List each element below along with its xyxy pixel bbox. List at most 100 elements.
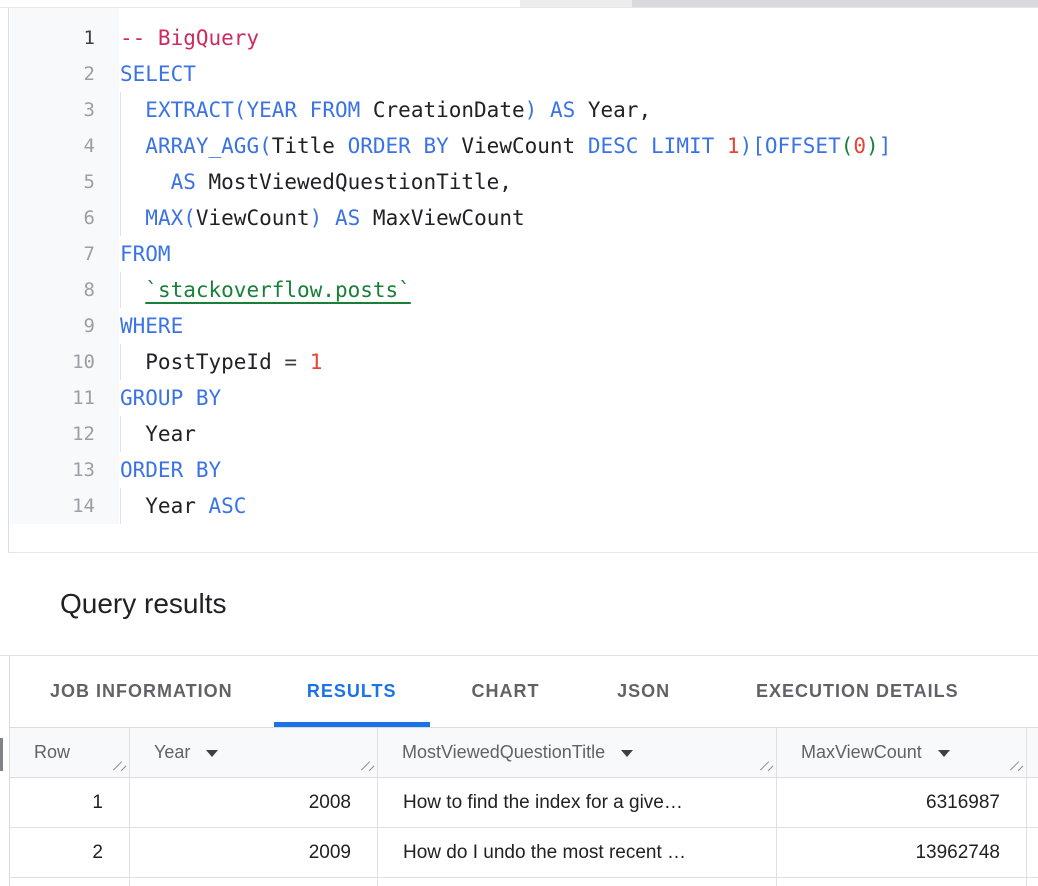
sort-arrow-icon[interactable] [621, 750, 633, 757]
code-text: `stackoverflow.posts` [118, 272, 411, 308]
table-row-partial [10, 878, 1038, 886]
code-text: WHERE [118, 308, 183, 344]
line-number: 2 [9, 56, 118, 92]
vertical-scrollbar-thumb[interactable] [0, 738, 3, 771]
tab-chart[interactable]: CHART [454, 656, 558, 727]
code-text: GROUP BY [118, 380, 221, 416]
code-token: ) [866, 134, 879, 158]
page-title: Query results [60, 588, 227, 620]
line-number: 1 [9, 20, 118, 56]
tab-results[interactable]: RESULTS [274, 656, 430, 727]
column-header-row[interactable]: Row [10, 728, 130, 777]
code-text: SELECT [118, 56, 196, 92]
tab-json[interactable]: JSON [580, 656, 707, 727]
code-token: MaxViewCount [360, 206, 524, 230]
column-header-mostviewedquestiontitle[interactable]: MostViewedQuestionTitle [378, 728, 777, 777]
code-token: CreationDate [360, 98, 524, 122]
code-token: 0 [853, 134, 866, 158]
column-header-year[interactable]: Year [130, 728, 378, 777]
tab-label: RESULTS [307, 681, 397, 702]
table-row: 12008How to find the index for a give…63… [10, 778, 1038, 828]
code-token: MAX( [145, 206, 196, 230]
code-line[interactable]: 8 `stackoverflow.posts` [9, 272, 1038, 308]
column-resize-handle[interactable] [359, 759, 373, 773]
code-token: PostTypeId [120, 350, 284, 374]
table-cell [777, 878, 1027, 886]
table-cell [10, 878, 130, 886]
column-resize-handle[interactable] [111, 759, 125, 773]
results-tab-bar: JOB INFORMATION RESULTS CHART JSON EXECUTION… [9, 656, 1038, 728]
column-resize-handle[interactable] [758, 759, 772, 773]
code-line[interactable]: 13ORDER BY [9, 452, 1038, 488]
sort-arrow-icon[interactable] [206, 750, 218, 757]
header-filler [1027, 728, 1038, 777]
code-token: ] [879, 134, 892, 158]
table-reference-link[interactable]: `stackoverflow.posts` [145, 278, 411, 302]
code-token: Title [272, 134, 348, 158]
tab-label: JOB INFORMATION [50, 681, 233, 702]
code-line[interactable]: 14 Year ASC [9, 488, 1038, 524]
column-header-label: Year [154, 742, 190, 763]
code-token: ORDER BY [348, 134, 449, 158]
code-line[interactable]: 2SELECT [9, 56, 1038, 92]
column-resize-handle[interactable] [1008, 759, 1022, 773]
code-token: ViewCount [449, 134, 588, 158]
column-header-label: Row [34, 742, 70, 763]
line-number: 8 [9, 272, 118, 308]
table-row: 22009How do I undo the most recent …1396… [10, 828, 1038, 878]
top-tab-strip-mid-segment [520, 0, 632, 7]
column-header-maxviewcount[interactable]: MaxViewCount [777, 728, 1027, 777]
table-cell: 2009 [130, 828, 378, 877]
sort-arrow-icon[interactable] [938, 750, 950, 757]
code-token: AS [171, 170, 196, 194]
table-cell: 2 [10, 828, 130, 877]
line-number: 3 [9, 92, 118, 128]
code-text: Year ASC [118, 488, 246, 524]
code-token: FROM [310, 98, 361, 122]
code-line[interactable]: 1-- BigQuery [9, 20, 1038, 56]
code-lines[interactable]: 1-- BigQuery2SELECT3 EXTRACT(YEAR FROM C… [9, 20, 1038, 524]
tab-execution-details[interactable]: EXECUTION DETAILS [721, 656, 1038, 727]
line-number: 5 [9, 164, 118, 200]
table-cell: 2008 [130, 778, 378, 827]
tab-job-information[interactable]: JOB INFORMATION [37, 656, 246, 727]
code-token: AS [550, 98, 575, 122]
line-number: 11 [9, 380, 118, 416]
tab-label: JSON [617, 681, 670, 702]
row-filler [1027, 828, 1038, 877]
code-line[interactable]: 10 PostTypeId = 1 [9, 344, 1038, 380]
line-number: 6 [9, 200, 118, 236]
code-token: )[OFFSET [740, 134, 841, 158]
code-token [120, 278, 145, 302]
top-tab-strip-active-segment [0, 0, 520, 7]
code-token: FROM [120, 242, 171, 266]
table-cell: 1 [10, 778, 130, 827]
line-number: 13 [9, 452, 118, 488]
code-token: 1 [727, 134, 740, 158]
table-cell: 6316987 [777, 778, 1027, 827]
code-token [714, 134, 727, 158]
code-line[interactable]: 6 MAX(ViewCount) AS MaxViewCount [9, 200, 1038, 236]
code-token: 1 [310, 350, 323, 374]
code-line[interactable]: 3 EXTRACT(YEAR FROM CreationDate) AS Yea… [9, 92, 1038, 128]
code-line[interactable]: 7FROM [9, 236, 1038, 272]
table-cell: How do I undo the most recent … [378, 828, 777, 877]
code-text: -- BigQuery [118, 20, 259, 56]
top-tab-strip-remainder [632, 0, 1038, 7]
code-token: AS [335, 206, 360, 230]
code-line[interactable]: 12 Year [9, 416, 1038, 452]
code-text: PostTypeId = 1 [118, 344, 322, 380]
code-line[interactable]: 4 ARRAY_AGG(Title ORDER BY ViewCount DES… [9, 128, 1038, 164]
line-number: 10 [9, 344, 118, 380]
sql-editor[interactable]: 1-- BigQuery2SELECT3 EXTRACT(YEAR FROM C… [8, 8, 1038, 553]
code-text: MAX(ViewCount) AS MaxViewCount [118, 200, 525, 236]
results-table-body: 12008How to find the index for a give…63… [10, 778, 1038, 886]
code-text: ARRAY_AGG(Title ORDER BY ViewCount DESC … [118, 128, 891, 164]
code-line[interactable]: 5 AS MostViewedQuestionTitle, [9, 164, 1038, 200]
tab-label: CHART [471, 681, 539, 702]
code-text: AS MostViewedQuestionTitle, [118, 164, 512, 200]
code-token: GROUP BY [120, 386, 221, 410]
code-token: = [284, 350, 297, 374]
code-line[interactable]: 9WHERE [9, 308, 1038, 344]
code-line[interactable]: 11GROUP BY [9, 380, 1038, 416]
